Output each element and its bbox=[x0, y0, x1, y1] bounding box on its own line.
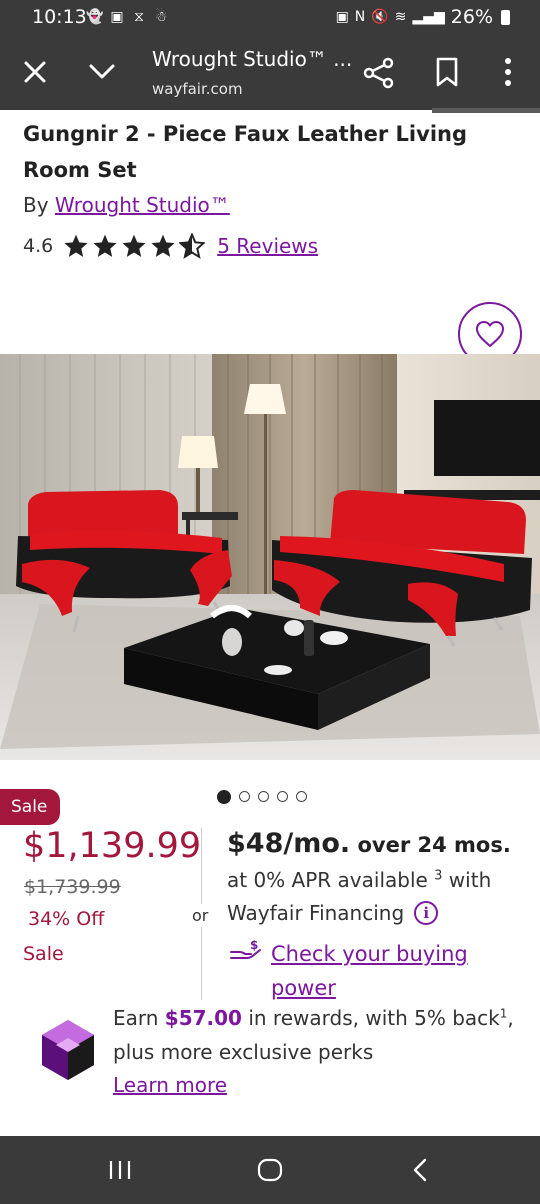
product-image[interactable] bbox=[0, 354, 540, 760]
home-icon[interactable] bbox=[257, 1158, 283, 1182]
share-icon[interactable] bbox=[362, 56, 396, 90]
battery-text: 26% bbox=[450, 6, 493, 28]
rewards-line-1: Earn $57.00 in rewards, with 5% back1, bbox=[113, 1006, 514, 1030]
financing-monthly: $48/mo. over 24 mos. bbox=[227, 828, 511, 859]
page-title[interactable]: Wrought Studio™ ... bbox=[152, 47, 352, 71]
rating-row: 4.6 5 Reviews bbox=[23, 233, 318, 259]
half-star-icon bbox=[179, 233, 206, 259]
gallery-pagination[interactable] bbox=[217, 790, 307, 804]
check-buying-power-link[interactable]: Check your buying power bbox=[271, 937, 491, 1005]
close-icon[interactable] bbox=[20, 57, 50, 87]
info-icon[interactable]: i bbox=[414, 901, 439, 925]
bookmark-icon[interactable] bbox=[434, 56, 460, 88]
rewards-amount: $57.00 bbox=[164, 1006, 242, 1030]
notification-icons: 👻 ▣ ⧖ ☃ bbox=[86, 9, 170, 25]
recent-apps-icon[interactable] bbox=[108, 1158, 132, 1182]
chevron-down-icon[interactable] bbox=[86, 56, 118, 86]
system-icons: ▣ N 🔇 ≋ ▂▄▆ 26% bbox=[336, 6, 510, 28]
rewards-line-2: plus more exclusive perks bbox=[113, 1040, 374, 1064]
mute-icon: 🔇 bbox=[371, 9, 389, 25]
monthly-amount: $48/mo. bbox=[227, 828, 351, 859]
star-icon bbox=[64, 234, 88, 257]
scroll-indicator bbox=[432, 108, 540, 113]
wifi-icon: ≋ bbox=[394, 9, 407, 25]
browser-toolbar: Wrought Studio™ ... wayfair.com bbox=[0, 36, 540, 110]
signal-icon: ▂▄▆ bbox=[412, 9, 445, 25]
gallery-dot-active[interactable] bbox=[217, 790, 231, 804]
status-time: 10:13 bbox=[32, 6, 87, 28]
star-icon bbox=[151, 234, 175, 257]
heart-icon bbox=[476, 321, 504, 347]
star-icon bbox=[93, 234, 117, 257]
financing-term: over 24 mos. bbox=[350, 833, 511, 857]
back-icon[interactable] bbox=[410, 1158, 432, 1182]
gallery-dot[interactable] bbox=[258, 791, 269, 802]
more-options-icon[interactable] bbox=[498, 56, 518, 88]
star-rating bbox=[63, 233, 206, 259]
gallery-dot[interactable] bbox=[277, 791, 288, 802]
rating-value: 4.6 bbox=[23, 235, 54, 257]
star-icon bbox=[122, 234, 146, 257]
sale-badge: Sale bbox=[0, 789, 60, 825]
by-label: By bbox=[23, 193, 55, 217]
byline: By Wrought Studio™ bbox=[23, 193, 230, 217]
n-icon: N bbox=[354, 9, 366, 25]
free-stuff-icon: ▣ bbox=[110, 9, 124, 25]
svg-text:$: $ bbox=[250, 940, 258, 952]
hand-dollar-icon: $ bbox=[230, 940, 261, 959]
check-buying-power[interactable]: $ Check your buying power bbox=[229, 937, 491, 1005]
nfc-icon: ▣ bbox=[335, 9, 349, 25]
gallery-dot[interactable] bbox=[239, 791, 250, 802]
status-bar: 10:13 👻 ▣ ⧖ ☃ ▣ N 🔇 ≋ ▂▄▆ 26% bbox=[0, 0, 540, 36]
brand-link[interactable]: Wrought Studio™ bbox=[55, 193, 230, 217]
rewards-earn: Earn bbox=[113, 1006, 165, 1030]
battery-icon bbox=[501, 9, 510, 25]
rewards-gem-icon bbox=[42, 1020, 94, 1080]
page-url[interactable]: wayfair.com bbox=[152, 80, 243, 98]
gallery-icon: ⧖ bbox=[134, 9, 144, 25]
reviews-link[interactable]: 5 Reviews bbox=[217, 234, 318, 258]
discount-label: 34% Off bbox=[28, 908, 105, 930]
apr-text: at 0% APR available bbox=[227, 868, 435, 892]
original-price: $1,739.99 bbox=[24, 876, 121, 898]
financing-apr: at 0% APR available 3 with bbox=[227, 868, 491, 892]
snapchat-icon: 👻 bbox=[86, 9, 104, 25]
rewards-suffix: in rewards, with 5% back bbox=[241, 1006, 500, 1030]
current-price: $1,139.99 bbox=[23, 826, 202, 866]
rewards-comma: , bbox=[507, 1006, 514, 1030]
gallery-dot[interactable] bbox=[296, 791, 307, 802]
apr-suffix: with bbox=[442, 868, 492, 892]
system-nav-bar bbox=[0, 1136, 540, 1204]
sale-label: Sale bbox=[23, 943, 64, 965]
financing-provider-row: Wayfair Financing i bbox=[227, 901, 439, 925]
person-icon: ☃ bbox=[154, 9, 168, 25]
or-label: or bbox=[192, 904, 209, 927]
learn-more-link[interactable]: Learn more bbox=[113, 1073, 227, 1097]
financing-provider: Wayfair Financing bbox=[227, 901, 405, 925]
product-title: Gungnir 2 - Piece Faux Leather Living Ro… bbox=[23, 122, 468, 182]
